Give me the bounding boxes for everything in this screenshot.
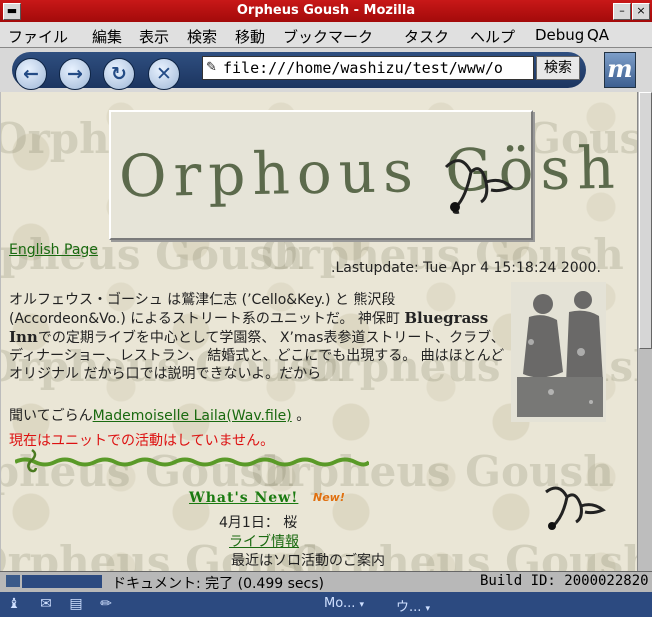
signature-icon [444,159,514,214]
menu-file[interactable]: ファイル [8,26,68,47]
desc-part1: オルフェウス・ゴーシュ は鷲津仁志 (’Cello&Key.) と 熊沢段 (A… [9,292,405,327]
band-photo [511,282,606,422]
live-info-link[interactable]: ライブ情報 [229,531,299,551]
taskbar-item-window[interactable]: ウ... ▾ [396,596,430,615]
news-entry: 4月1日： 桜 [219,512,297,532]
mozilla-logo-icon[interactable]: m [604,52,636,88]
desc-part2: での定期ライブを中心として学園祭、 X’mas表参道ストリート、クラブ、ディナー… [9,330,505,382]
forward-button[interactable]: → [59,58,91,90]
signature-icon [545,486,606,530]
back-arrow-icon: ← [23,63,39,85]
security-lock-icon [6,575,20,587]
banner-title: Orphous Gösh [118,133,623,211]
activity-status-message: 現在はユニットでの活動はしていません。 [9,433,275,449]
taskbar-item-label: ウ... [396,600,422,615]
scrollbar-thumb[interactable] [639,92,652,349]
solo-activity-text: 最近はソロ活動のご案内 [231,553,385,569]
menu-edit[interactable]: 編集 [92,26,122,47]
english-page-link[interactable]: English Page [9,242,98,258]
stop-icon: ✕ [156,63,172,85]
mademoiselle-laila-link[interactable]: Mademoiselle Laila(Wav.file) [93,408,292,424]
menu-search[interactable]: 検索 [187,26,217,47]
progress-meter [22,575,102,588]
news-date: 4月1日： [219,515,279,531]
chevron-down-icon: ▾ [359,600,365,610]
banner-image: Orphous Gösh [109,110,622,240]
news-item: 桜 [283,515,298,531]
minimize-button[interactable]: – [613,3,631,20]
page-proxy-icon[interactable]: ✎ [206,60,222,75]
unit-description: オルフェウス・ゴーシュ は鷲津仁志 (’Cello&Key.) と 熊沢段 (A… [9,291,505,383]
document-status: ドキュメント: 完了 (0.499 secs) [112,576,324,592]
whats-new-link[interactable]: What's New! [189,490,298,506]
menu-tasks[interactable]: タスク [404,26,449,47]
new-badge: New! [313,491,345,504]
menu-qa[interactable]: QA [587,26,609,44]
taskbar-item-label: Mo... [324,596,356,611]
chevron-down-icon: ▾ [425,604,431,614]
page-content: Orpheus Goush Orpheus Goush Orpheus Gous… [1,92,637,571]
url-bar[interactable]: ✎ [202,56,534,80]
back-button[interactable]: ← [15,58,47,90]
reload-button[interactable]: ↻ [103,58,135,90]
listen-prefix: 聞いてごらん [9,408,93,424]
taskbar-item-mozilla[interactable]: Mo... ▾ [324,596,364,611]
close-button[interactable]: × [632,3,650,20]
reload-icon: ↻ [111,63,127,85]
background-watermark: Orpheus Goush [1,447,294,496]
navigator-icon[interactable]: ♝ [4,595,24,613]
stop-button[interactable]: ✕ [148,58,180,90]
status-bar: ドキュメント: 完了 (0.499 secs) Build ID: 200002… [0,571,652,592]
last-update-text: .Lastupdate: Tue Apr 4 15:18:24 2000. [331,260,601,276]
title-bar: ▬ Orpheus Goush - Mozilla – × [0,0,652,22]
component-bar: ♝ ✉ ▤ ✏ Mo... ▾ ウ... ▾ [0,592,652,617]
menu-bookmarks[interactable]: ブックマーク [283,26,373,47]
menu-bar: ファイル 編集 表示 検索 移動 ブックマーク タスク ヘルプ Debug QA [0,22,652,48]
forward-arrow-icon: → [67,63,83,85]
listen-line: 聞いてごらんMademoiselle Laila(Wav.file) 。 [9,405,310,425]
listen-suffix: 。 [291,408,311,424]
vertical-scrollbar[interactable] [637,92,652,571]
treble-clef-icon [27,448,38,473]
vine-divider [15,457,369,467]
build-id: Build ID: 2000022820 [480,573,649,589]
addressbook-icon[interactable]: ▤ [66,595,86,613]
menu-help[interactable]: ヘルプ [470,26,515,47]
menu-go[interactable]: 移動 [235,26,265,47]
window-title: Orpheus Goush - Mozilla [236,3,416,18]
mail-icon[interactable]: ✉ [36,595,56,613]
menu-debug[interactable]: Debug [535,26,584,44]
menu-view[interactable]: 表示 [139,26,169,47]
composer-icon[interactable]: ✏ [96,595,116,613]
search-button[interactable]: 検索 [536,56,580,80]
url-input[interactable] [223,59,529,77]
